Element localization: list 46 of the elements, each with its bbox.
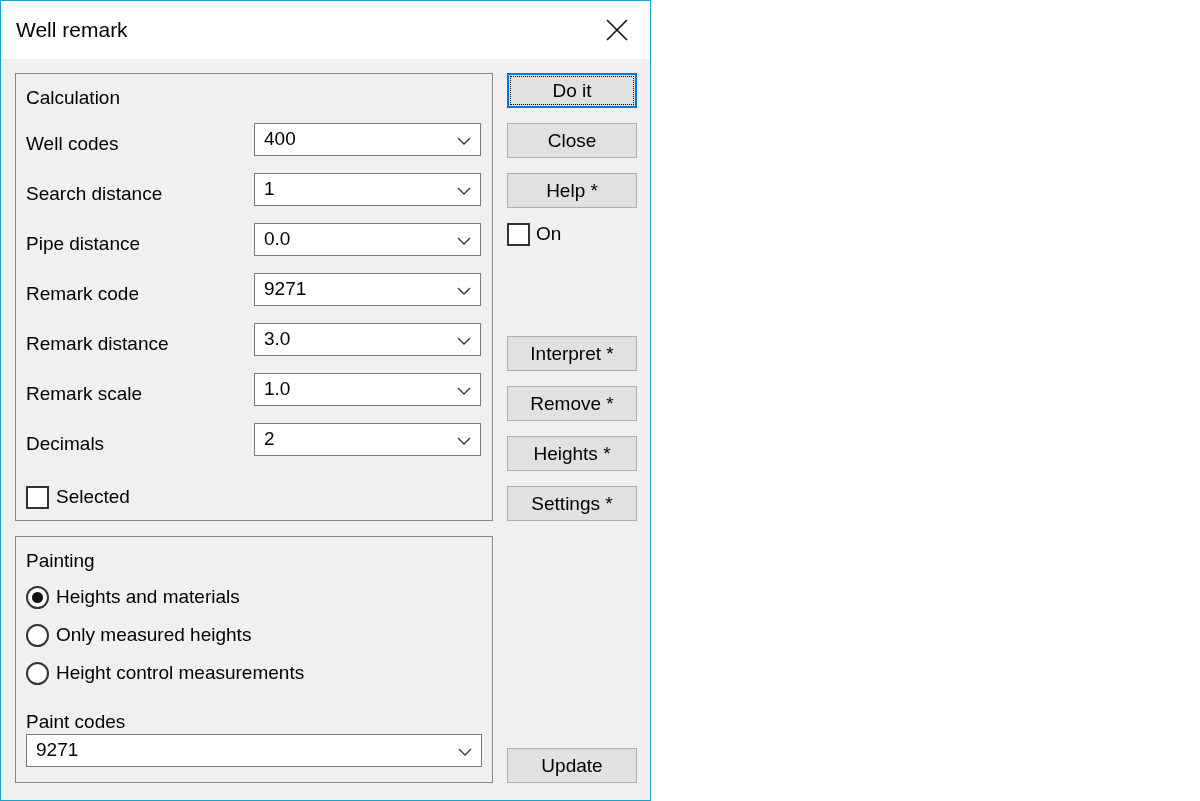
field-label: Paint codes	[26, 710, 127, 734]
button[interactable]: Interpret *	[507, 336, 637, 371]
field-label: Pipe distance	[26, 232, 142, 256]
dropdown-field[interactable]: 3.0	[254, 323, 481, 356]
field-label: Remark distance	[26, 332, 170, 356]
chevron-down-icon	[458, 748, 472, 756]
radio-button[interactable]	[26, 661, 49, 685]
button[interactable]: Update	[507, 748, 637, 783]
chevron-down-icon	[457, 437, 471, 445]
group-title: Calculation	[26, 86, 121, 110]
chevron-down-icon	[457, 187, 471, 195]
dropdown-field[interactable]: 9271	[26, 734, 482, 767]
field-label: Decimals	[26, 432, 106, 456]
radio-button[interactable]	[26, 623, 49, 647]
dropdown-field[interactable]: 0.0	[254, 223, 481, 256]
radio-label: Heights and materials	[56, 585, 240, 609]
button[interactable]: Settings *	[507, 486, 637, 521]
dropdown-field[interactable]: 2	[254, 423, 481, 456]
radio-label: Height control measurements	[56, 661, 305, 685]
dropdown-field[interactable]: 400	[254, 123, 481, 156]
button[interactable]: Heights *	[507, 436, 637, 471]
close-icon[interactable]	[606, 19, 628, 41]
button[interactable]: Close	[507, 123, 637, 158]
button[interactable]: Remove *	[507, 386, 637, 421]
chevron-down-icon	[457, 237, 471, 245]
checkbox-label: Selected	[56, 485, 130, 509]
checkbox-label: On	[536, 222, 562, 246]
dropdown-field[interactable]: 9271	[254, 273, 481, 306]
checkbox[interactable]	[26, 485, 49, 509]
field-label: Well codes	[26, 132, 120, 156]
group-title: Painting	[26, 549, 96, 573]
window-title: Well remark	[16, 18, 128, 42]
chevron-down-icon	[457, 137, 471, 145]
dropdown-field[interactable]: 1	[254, 173, 481, 206]
field-label: Remark code	[26, 282, 140, 306]
chevron-down-icon	[457, 337, 471, 345]
radio-button[interactable]	[26, 585, 49, 609]
field-label: Search distance	[26, 182, 164, 206]
button[interactable]: Help *	[507, 173, 637, 208]
chevron-down-icon	[457, 287, 471, 295]
checkbox[interactable]	[507, 222, 530, 246]
chevron-down-icon	[457, 387, 471, 395]
dropdown-field[interactable]: 1.0	[254, 373, 481, 406]
button[interactable]: Do it	[507, 73, 637, 108]
radio-label: Only measured heights	[56, 623, 252, 647]
field-label: Remark scale	[26, 382, 144, 406]
